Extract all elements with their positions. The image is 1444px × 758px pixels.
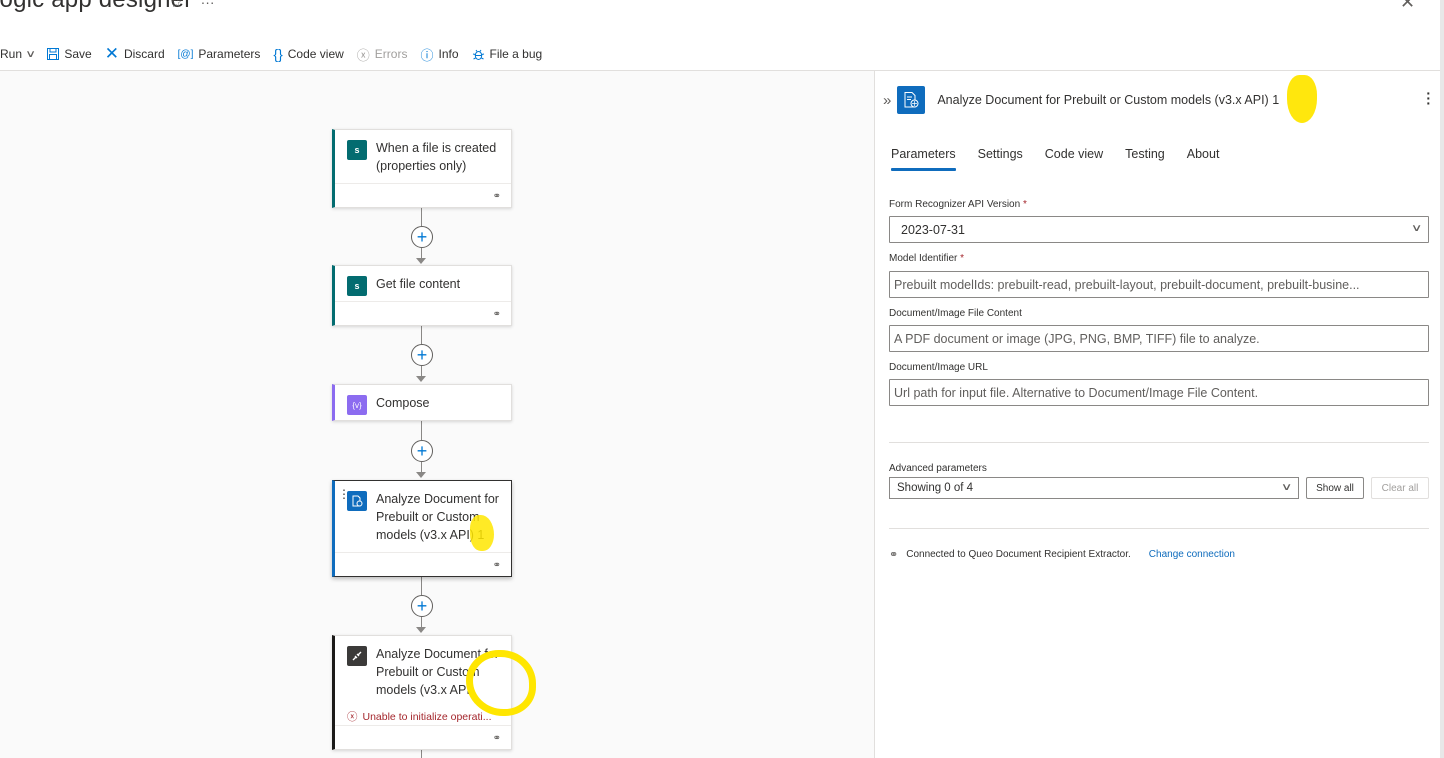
parameters-icon: [@] bbox=[177, 48, 194, 60]
workflow-step-trigger[interactable]: s When a file is created (properties onl… bbox=[332, 129, 512, 208]
connector-line bbox=[421, 577, 422, 595]
divider bbox=[889, 528, 1429, 529]
change-connection-link[interactable]: Change connection bbox=[1149, 549, 1235, 560]
chevron-down-icon: ∨ bbox=[1410, 223, 1423, 234]
code-braces-icon: {} bbox=[273, 46, 283, 62]
tab-about[interactable]: About bbox=[1187, 147, 1220, 169]
connector-line bbox=[421, 326, 422, 344]
panel-title[interactable]: Analyze Document for Prebuilt or Custom … bbox=[937, 93, 1279, 107]
bug-icon bbox=[472, 48, 485, 61]
connector-line bbox=[421, 248, 422, 258]
step-title: When a file is created (properties only) bbox=[376, 141, 497, 173]
add-step-button[interactable]: + bbox=[411, 595, 433, 617]
connector-arrow bbox=[416, 627, 426, 633]
tab-parameters[interactable]: Parameters bbox=[891, 147, 956, 171]
designer-toolbar: Run ∨ Save ✕ Discard [@] Parameters {} C… bbox=[0, 44, 555, 64]
connector-plug-icon bbox=[347, 646, 367, 666]
properties-panel: » Analyze Document for Prebuilt or Custo… bbox=[874, 71, 1440, 758]
divider bbox=[889, 442, 1429, 443]
annotation-circle bbox=[466, 650, 536, 716]
url-input[interactable]: Url path for input file. Alternative to … bbox=[889, 379, 1429, 406]
tab-code-view[interactable]: Code view bbox=[1045, 147, 1103, 169]
tab-settings[interactable]: Settings bbox=[978, 147, 1023, 169]
code-view-button[interactable]: {} Code view bbox=[273, 46, 343, 62]
errors-button[interactable]: ⓧ Errors bbox=[357, 45, 408, 64]
form-recognizer-icon bbox=[897, 86, 926, 114]
connector-line bbox=[421, 462, 422, 472]
more-vertical-icon[interactable]: · · · bbox=[1426, 86, 1431, 110]
panel-scrollbar[interactable] bbox=[1440, 0, 1444, 758]
collapse-panel-icon[interactable]: » bbox=[883, 92, 891, 109]
link-icon: ⚭ bbox=[492, 309, 501, 320]
connector-line bbox=[421, 208, 422, 226]
annotation-highlight bbox=[470, 515, 494, 551]
compose-variable-icon: {v} bbox=[347, 395, 367, 415]
add-step-button[interactable]: + bbox=[411, 440, 433, 462]
info-button[interactable]: ⓘ Info bbox=[420, 45, 458, 64]
discard-x-icon: ✕ bbox=[104, 44, 119, 63]
step-title: Compose bbox=[376, 396, 430, 410]
connector-arrow bbox=[416, 376, 426, 382]
save-icon bbox=[47, 48, 60, 60]
link-icon: ⚭ bbox=[492, 191, 501, 202]
app-title: Logic app designer bbox=[0, 0, 192, 14]
close-icon[interactable]: ✕ bbox=[1400, 0, 1415, 13]
error-circle-icon: ⓧ bbox=[347, 711, 358, 723]
sharepoint-icon: s bbox=[347, 140, 367, 160]
star-icon[interactable]: ☆ bbox=[170, 0, 183, 11]
run-button[interactable]: Run ∨ bbox=[0, 47, 37, 61]
model-id-label: Model Identifier * bbox=[889, 253, 965, 264]
api-version-dropdown[interactable]: 2023-07-31 ∨ bbox=[889, 216, 1429, 243]
info-icon: ⓘ bbox=[420, 47, 434, 63]
show-all-button[interactable]: Show all bbox=[1306, 477, 1364, 499]
link-icon: ⚭ bbox=[492, 733, 501, 744]
drag-handle-icon[interactable]: ⋮ bbox=[338, 488, 350, 500]
clear-all-button[interactable]: Clear all bbox=[1371, 477, 1429, 499]
workflow-step-compose[interactable]: {v} Compose bbox=[332, 384, 512, 421]
discard-button[interactable]: ✕ Discard bbox=[105, 44, 165, 64]
form-recognizer-icon bbox=[347, 491, 367, 511]
advanced-parameters-dropdown[interactable]: Showing 0 of 4 ∨ bbox=[889, 477, 1299, 499]
connector-line bbox=[421, 366, 422, 376]
save-button[interactable]: Save bbox=[47, 47, 92, 61]
chevron-down-icon: ∨ bbox=[25, 48, 37, 60]
file-bug-button[interactable]: File a bug bbox=[472, 47, 542, 61]
connector-arrow bbox=[416, 472, 426, 478]
connection-info: ⚭ Connected to Queo Document Recipient E… bbox=[889, 549, 1235, 561]
tab-testing[interactable]: Testing bbox=[1125, 147, 1165, 169]
workflow-step-get-file-content[interactable]: s Get file content ⚭ bbox=[332, 265, 512, 326]
link-icon: ⚭ bbox=[492, 560, 501, 571]
annotation-highlight bbox=[1287, 75, 1317, 123]
step-title: Get file content bbox=[376, 277, 461, 291]
connector-line bbox=[421, 617, 422, 627]
file-content-label: Document/Image File Content bbox=[889, 308, 1022, 319]
error-circle-icon: ⓧ bbox=[356, 47, 370, 63]
sharepoint-icon: s bbox=[347, 276, 367, 296]
advanced-parameters-label: Advanced parameters bbox=[889, 463, 987, 474]
connector-line bbox=[421, 750, 422, 758]
connector-arrow bbox=[416, 258, 426, 264]
add-step-button[interactable]: + bbox=[411, 226, 433, 248]
add-step-button[interactable]: + bbox=[411, 344, 433, 366]
chevron-down-icon: ∨ bbox=[1280, 482, 1293, 493]
link-icon: ⚭ bbox=[889, 549, 899, 561]
model-id-input[interactable]: Prebuilt modelIds: prebuilt-read, prebui… bbox=[889, 271, 1429, 298]
url-label: Document/Image URL bbox=[889, 362, 988, 373]
file-content-input[interactable]: A PDF document or image (JPG, PNG, BMP, … bbox=[889, 325, 1429, 352]
parameters-button[interactable]: [@] Parameters bbox=[178, 47, 261, 61]
api-version-label: Form Recognizer API Version * bbox=[889, 199, 1027, 210]
panel-tabs: Parameters Settings Code view Testing Ab… bbox=[891, 147, 1220, 171]
more-options-icon[interactable]: ··· bbox=[201, 0, 215, 11]
connector-line bbox=[421, 421, 422, 440]
